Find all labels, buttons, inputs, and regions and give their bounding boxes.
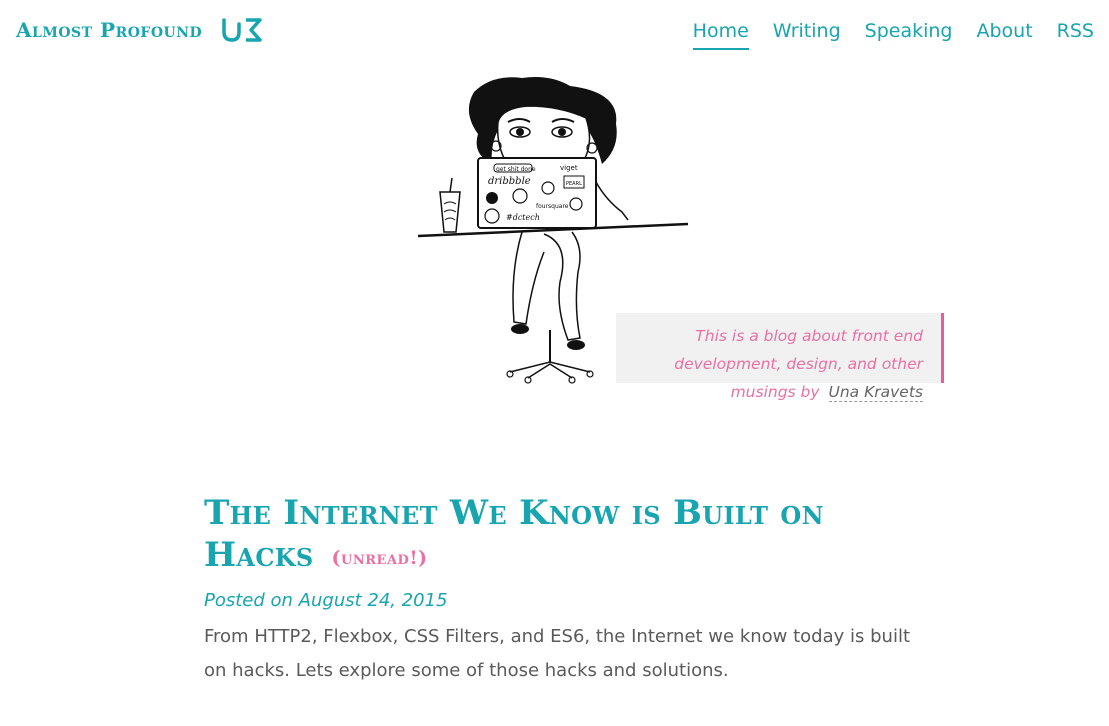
nav-rss-link[interactable]: RSS [1057,20,1094,50]
svg-text:PEARL: PEARL [566,181,582,187]
unread-badge: (unread!) [331,547,428,569]
svg-text:viget: viget [560,164,578,172]
nav-speaking-link[interactable]: Speaking [865,20,953,50]
post-title-link[interactable]: The Internet We Know is Built on Hacks [204,493,824,575]
site-header-brand: Almost Profound [16,18,264,42]
nav-writing-link[interactable]: Writing [773,20,841,50]
site-title-link[interactable]: Almost Profound [16,18,202,42]
svg-text:dribbble: dribbble [488,176,531,187]
nav-home-link[interactable]: Home [692,20,749,50]
blog-tagline: This is a blog about front end developme… [616,313,944,402]
author-link[interactable]: Una Kravets [828,383,923,402]
svg-text:#dctech: #dctech [506,213,540,222]
svg-text:foursquare: foursquare [536,203,569,210]
main-nav: Home Writing Speaking About RSS [692,20,1094,50]
uk-monogram-logo-icon[interactable] [220,18,264,42]
post-excerpt: From HTTP2, Flexbox, CSS Filters, and ES… [204,626,910,681]
svg-text:get shit done: get shit done [496,166,536,173]
post-title: The Internet We Know is Built on Hacks (u… [204,492,844,579]
post-date: Posted on August 24, 2015 [204,590,448,611]
nav-about-link[interactable]: About [976,20,1032,50]
